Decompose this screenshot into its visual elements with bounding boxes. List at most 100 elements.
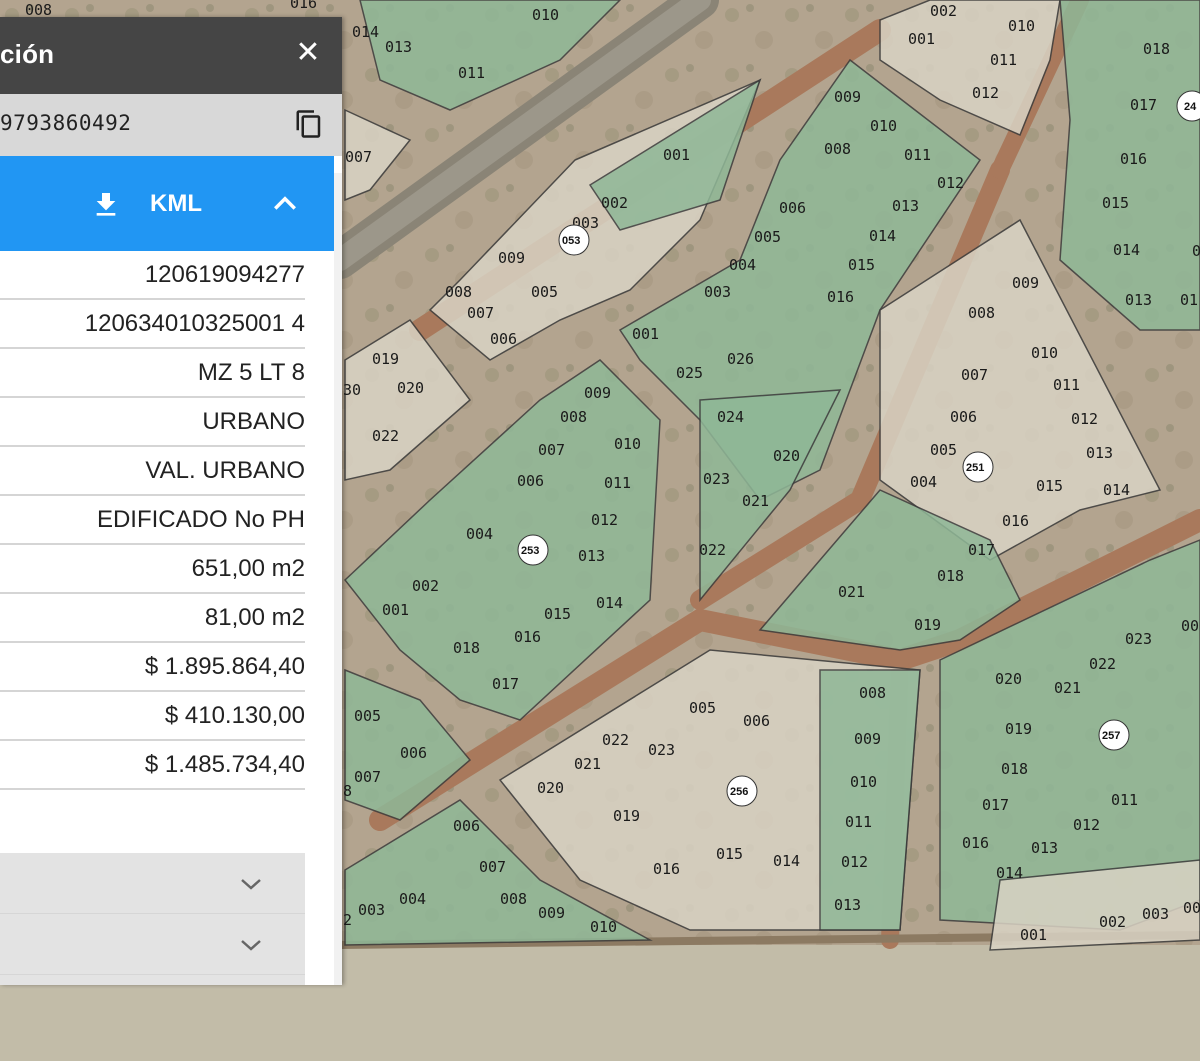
- svg-text:251: 251: [966, 462, 984, 474]
- svg-text:018: 018: [453, 639, 480, 657]
- block-badge-256[interactable]: 256: [726, 775, 758, 807]
- attribute-value: 120634010325001 4: [84, 310, 305, 337]
- svg-text:012: 012: [841, 853, 868, 871]
- close-icon[interactable]: ✕: [294, 38, 322, 68]
- attribute-row: 120619094277: [0, 251, 305, 300]
- svg-text:021: 021: [574, 755, 601, 773]
- svg-text:019: 019: [914, 616, 941, 634]
- svg-text:014: 014: [869, 227, 896, 245]
- svg-text:026: 026: [727, 350, 754, 368]
- svg-text:010: 010: [870, 117, 897, 135]
- svg-text:011: 011: [1111, 791, 1138, 809]
- svg-text:009: 009: [584, 384, 611, 402]
- svg-text:007: 007: [538, 441, 565, 459]
- svg-text:007: 007: [467, 304, 494, 322]
- svg-text:015: 015: [1102, 194, 1129, 212]
- svg-text:257: 257: [1102, 730, 1120, 742]
- attribute-value: VAL. URBANO: [145, 457, 305, 484]
- svg-text:00: 00: [1181, 617, 1199, 635]
- svg-text:022: 022: [699, 541, 726, 559]
- svg-text:012: 012: [972, 84, 999, 102]
- svg-text:00: 00: [1183, 899, 1200, 917]
- attribute-row: EDIFICADO No PH: [0, 496, 305, 545]
- block-badge-053[interactable]: 053: [558, 224, 590, 256]
- svg-text:016: 016: [1002, 512, 1029, 530]
- svg-text:007: 007: [961, 366, 988, 384]
- accordion-item[interactable]: [0, 914, 305, 975]
- attribute-row: MZ 5 LT 8: [0, 349, 305, 398]
- svg-text:016: 016: [514, 628, 541, 646]
- svg-text:017: 017: [492, 675, 519, 693]
- svg-text:015: 015: [1036, 477, 1063, 495]
- attribute-row: $ 1.895.864,40: [0, 643, 305, 692]
- svg-text:006: 006: [453, 817, 480, 835]
- attribute-list: 120619094277 120634010325001 4 MZ 5 LT 8…: [0, 251, 305, 790]
- svg-text:016: 016: [653, 860, 680, 878]
- svg-text:022: 022: [372, 427, 399, 445]
- svg-text:014: 014: [773, 852, 800, 870]
- svg-text:014: 014: [1103, 481, 1130, 499]
- svg-text:021: 021: [1054, 679, 1081, 697]
- svg-text:004: 004: [910, 473, 937, 491]
- attribute-row: URBANO: [0, 398, 305, 447]
- svg-text:053: 053: [562, 235, 580, 247]
- svg-text:016: 016: [962, 834, 989, 852]
- svg-text:003: 003: [1142, 905, 1169, 923]
- svg-text:005: 005: [930, 441, 957, 459]
- svg-text:002: 002: [601, 194, 628, 212]
- svg-text:008: 008: [968, 304, 995, 322]
- block-badge-251[interactable]: 251: [962, 451, 994, 483]
- svg-text:016: 016: [290, 0, 317, 12]
- parcel-info-panel: ción ✕ 9793860492 KML 120619094277 12063…: [0, 17, 342, 985]
- svg-text:005: 005: [354, 707, 381, 725]
- svg-text:008: 008: [445, 283, 472, 301]
- svg-text:010: 010: [590, 918, 617, 936]
- svg-text:253: 253: [521, 545, 539, 557]
- svg-text:012: 012: [937, 174, 964, 192]
- svg-text:010: 010: [1008, 17, 1035, 35]
- block-badge-253[interactable]: 253: [517, 534, 549, 566]
- svg-text:022: 022: [1089, 655, 1116, 673]
- chevron-down-icon: [241, 879, 261, 890]
- attribute-row: 81,00 m2: [0, 594, 305, 643]
- svg-text:006: 006: [779, 199, 806, 217]
- accordion-item[interactable]: [0, 853, 305, 914]
- accordion-sections: [0, 853, 305, 985]
- svg-text:023: 023: [703, 470, 730, 488]
- svg-text:012: 012: [591, 511, 618, 529]
- parcel-id-bar: 9793860492: [0, 94, 342, 156]
- kml-bar: KML: [0, 156, 334, 251]
- svg-text:023: 023: [1125, 630, 1152, 648]
- copy-icon[interactable]: [294, 108, 324, 140]
- svg-text:021: 021: [742, 492, 769, 510]
- svg-text:020: 020: [995, 670, 1022, 688]
- svg-text:010: 010: [1031, 344, 1058, 362]
- attribute-value: 81,00 m2: [204, 604, 305, 631]
- download-icon[interactable]: [90, 189, 122, 221]
- block-badge-257[interactable]: 257: [1098, 719, 1130, 751]
- chevron-up-icon[interactable]: [272, 192, 298, 212]
- svg-text:018: 018: [937, 567, 964, 585]
- svg-text:001: 001: [663, 146, 690, 164]
- chevron-down-icon: [241, 940, 261, 951]
- panel-scrollbar[interactable]: [334, 173, 342, 985]
- svg-text:013: 013: [892, 197, 919, 215]
- svg-text:011: 011: [904, 146, 931, 164]
- svg-text:007: 007: [479, 858, 506, 876]
- kml-download-button[interactable]: KML: [150, 190, 202, 218]
- svg-text:015: 015: [544, 605, 571, 623]
- svg-text:004: 004: [729, 256, 756, 274]
- svg-text:018: 018: [1143, 40, 1170, 58]
- svg-text:022: 022: [602, 731, 629, 749]
- svg-text:002: 002: [1099, 913, 1126, 931]
- svg-text:008: 008: [560, 408, 587, 426]
- svg-text:015: 015: [716, 845, 743, 863]
- svg-text:019: 019: [613, 807, 640, 825]
- svg-text:001: 001: [908, 30, 935, 48]
- attribute-value: $ 1.485.734,40: [144, 751, 305, 778]
- svg-text:30: 30: [343, 381, 361, 399]
- svg-text:008: 008: [824, 140, 851, 158]
- svg-text:010: 010: [850, 773, 877, 791]
- svg-text:011: 011: [458, 64, 485, 82]
- svg-text:015: 015: [848, 256, 875, 274]
